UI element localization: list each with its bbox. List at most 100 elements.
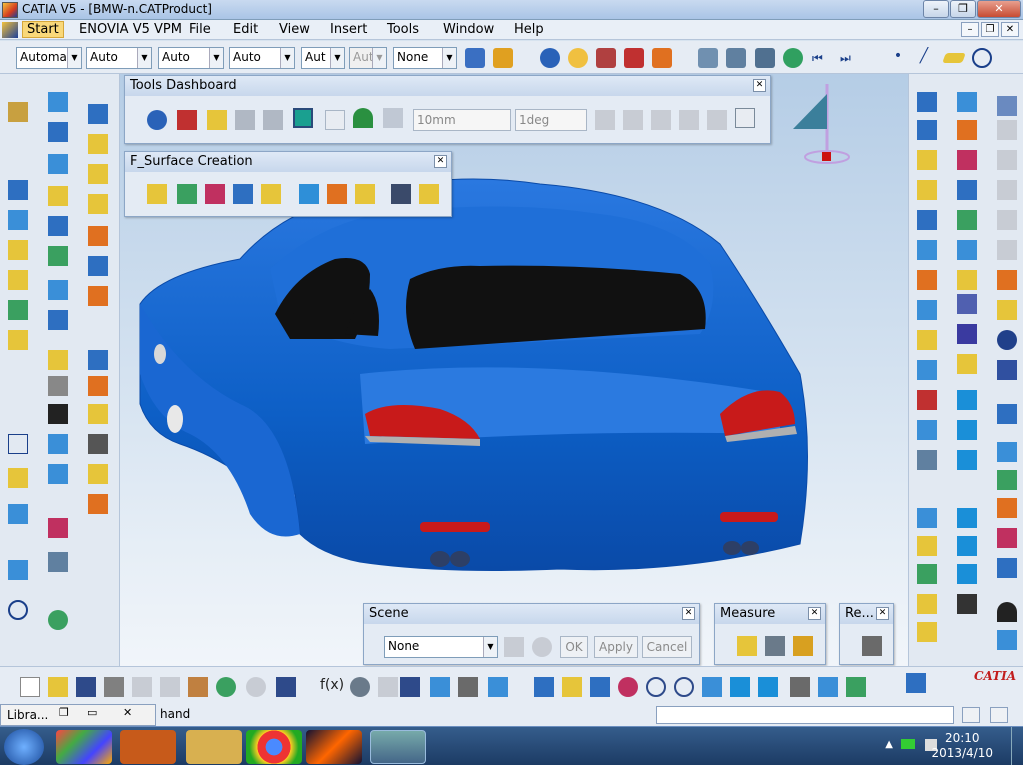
mask-icon[interactable] — [997, 602, 1017, 622]
snap-point-icon[interactable] — [595, 110, 615, 130]
menu-tools[interactable]: Tools — [387, 22, 419, 37]
quick-constraint-icon[interactable] — [997, 180, 1017, 200]
tape-icon[interactable] — [383, 108, 403, 128]
color-map-icon[interactable] — [293, 108, 313, 128]
picture-viewer-icon[interactable] — [370, 730, 426, 764]
snap-line-icon[interactable] — [623, 110, 643, 130]
tools-icon[interactable] — [755, 48, 775, 68]
multi-view-icon[interactable] — [730, 677, 750, 697]
trace-icon[interactable] — [235, 110, 255, 130]
hide-show-icon[interactable] — [818, 677, 838, 697]
menu-start[interactable]: Start — [22, 21, 64, 38]
menu-help[interactable]: Help — [514, 22, 544, 37]
curve-icon[interactable] — [88, 350, 108, 370]
save-icon[interactable] — [76, 677, 96, 697]
media-player-icon[interactable] — [120, 730, 176, 764]
compass-widget[interactable] — [785, 79, 855, 169]
normal-view-icon[interactable] — [702, 677, 722, 697]
manipulate-icon[interactable] — [957, 240, 977, 260]
fillet-surface-icon[interactable] — [355, 184, 375, 204]
hatch-icon[interactable] — [88, 434, 108, 454]
revolve-icon[interactable] — [48, 122, 68, 142]
draft-icon[interactable] — [997, 528, 1017, 548]
box-icon[interactable] — [957, 450, 977, 470]
distance-field[interactable]: 10mm — [413, 109, 511, 131]
near-icon[interactable] — [8, 300, 28, 320]
line-icon[interactable]: ╱ — [914, 48, 934, 68]
fillet-icon[interactable] — [88, 226, 108, 246]
close-button[interactable]: ✕ — [977, 0, 1021, 18]
formula-icon[interactable]: f(x) — [320, 677, 344, 697]
spiral-icon[interactable] — [997, 330, 1017, 350]
vehicle-icon[interactable] — [997, 360, 1017, 380]
fit-all-icon[interactable] — [562, 677, 582, 697]
menu-window[interactable]: Window — [443, 22, 494, 37]
pad-icon[interactable] — [917, 508, 937, 528]
axis-tool-icon[interactable] — [735, 108, 755, 128]
law-icon[interactable] — [48, 310, 68, 330]
affinity-icon[interactable] — [48, 280, 68, 300]
spring-icon[interactable] — [917, 360, 937, 380]
cube-wire-icon[interactable] — [957, 420, 977, 440]
eraser-icon[interactable] — [997, 300, 1017, 320]
menu-insert[interactable]: Insert — [330, 22, 367, 37]
camera-icon[interactable] — [862, 636, 882, 656]
pattern-assembly-icon[interactable] — [957, 294, 977, 314]
section-icon[interactable] — [957, 270, 977, 290]
spline-icon[interactable] — [88, 376, 108, 396]
circle-icon[interactable] — [972, 48, 992, 68]
new-icon[interactable] — [20, 677, 40, 697]
show-desktop-button[interactable] — [1011, 727, 1023, 765]
open-icon[interactable] — [48, 677, 68, 697]
snap-spline-icon[interactable] — [679, 110, 699, 130]
grid-icon[interactable] — [48, 350, 68, 370]
bezier-icon[interactable] — [997, 442, 1017, 462]
sweep-icon[interactable] — [88, 104, 108, 124]
layer-combo[interactable]: None ▼ — [393, 47, 457, 69]
command-input[interactable] — [656, 706, 954, 724]
pan-icon[interactable] — [590, 677, 610, 697]
line-type-combo[interactable]: Aut ▼ — [301, 47, 345, 69]
grid-snap-icon[interactable] — [147, 110, 167, 130]
coincidence-icon[interactable] — [917, 150, 937, 170]
fix-together-icon[interactable] — [957, 180, 977, 200]
minimize-button[interactable]: – — [923, 0, 949, 18]
extrapolate-icon[interactable] — [88, 286, 108, 306]
boundary-icon[interactable] — [8, 210, 28, 230]
blend-surface-icon[interactable] — [205, 184, 225, 204]
command-close-icon[interactable] — [990, 707, 1008, 723]
measure-inertia-icon[interactable] — [793, 636, 813, 656]
color-combo[interactable]: Auto ▼ — [86, 47, 152, 69]
cursor-icon[interactable] — [997, 270, 1017, 290]
point-cloud-icon[interactable] — [917, 450, 937, 470]
table-edit-icon[interactable] — [400, 677, 420, 697]
mdi-minimize-button[interactable]: – — [961, 22, 979, 37]
snap-curve-icon[interactable] — [651, 110, 671, 130]
measure-between-icon[interactable] — [737, 636, 757, 656]
line-thickness-combo[interactable]: Auto ▼ — [229, 47, 295, 69]
helix-icon[interactable] — [88, 404, 108, 424]
scene-refresh-icon[interactable] — [532, 637, 552, 657]
clash-icon[interactable] — [917, 270, 937, 290]
scene-cancel-button[interactable]: Cancel — [642, 636, 692, 658]
component-icon[interactable] — [957, 92, 977, 112]
surface-analysis-icon[interactable] — [917, 420, 937, 440]
slot-icon[interactable] — [997, 558, 1017, 578]
offset-constraint-icon[interactable] — [997, 150, 1017, 170]
gear-icon[interactable] — [917, 390, 937, 410]
cut-icon[interactable] — [8, 102, 28, 122]
library-restore-icon[interactable]: ❐ — [59, 706, 69, 719]
angle-constraint-icon[interactable] — [917, 180, 937, 200]
compass-icon[interactable] — [540, 48, 560, 68]
tools-dashboard-close-icon[interactable]: ✕ — [753, 79, 766, 92]
snapshot-icon[interactable] — [698, 48, 718, 68]
catia-taskbar-icon[interactable] — [306, 730, 362, 764]
menu-edit[interactable]: Edit — [233, 22, 258, 37]
angle-field[interactable]: 1deg — [515, 109, 587, 131]
transparency-combo[interactable]: Auto ▼ — [158, 47, 224, 69]
image-icon[interactable] — [957, 594, 977, 614]
point-type-combo[interactable]: Aut ▼ — [349, 47, 387, 69]
library-close-icon[interactable]: ✕ — [123, 706, 132, 719]
knowledge-icon[interactable] — [624, 48, 644, 68]
intersection-icon[interactable] — [48, 464, 68, 484]
